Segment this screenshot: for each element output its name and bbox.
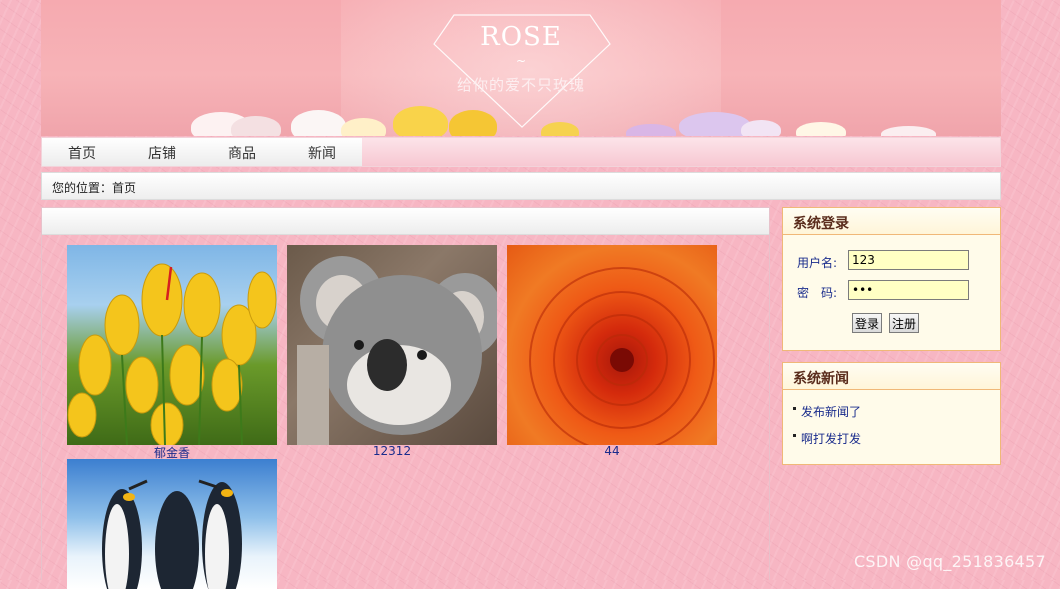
login-box-title: 系统登录 [783,208,1000,235]
breadcrumb: 您的位置：首页 [41,172,1001,200]
nav-item-news[interactable]: 新闻 [282,143,362,163]
product-name[interactable]: 12312 [287,444,497,458]
breadcrumb-text: 您的位置：首页 [52,181,137,195]
logo-tilde: ~ [515,54,527,68]
csdn-watermark: CSDN @qq_251836457 [853,552,1046,571]
register-button[interactable]: 注册 [889,313,920,333]
product-card[interactable]: 44 [507,245,717,460]
login-button[interactable]: 登录 [852,313,883,333]
main-nav: 首页 店铺 商品 新闻 [41,137,1001,167]
username-label: 用户名: [797,256,838,270]
news-item[interactable]: 啊打发打发 [793,430,861,447]
product-card[interactable]: 郁金香 [67,245,277,460]
bullet-icon [793,407,796,410]
password-label: 密 码: [797,286,838,300]
news-item[interactable]: 发布新闻了 [793,403,861,420]
bullet-icon [793,434,796,437]
product-image-tulips[interactable] [67,245,277,445]
page-container: ROSE ~ 给你的爱不只玫瑰 首页 店铺 商品 新闻 您的位置：首页 郁金香 … [41,0,1001,589]
logo-subtitle: 给你的爱不只玫瑰 [456,76,585,94]
nav-item-home[interactable]: 首页 [42,143,122,163]
product-panel: 郁金香 12312 44 [41,207,770,589]
product-card[interactable]: 12312 [287,245,497,460]
nav-menu: 首页 店铺 商品 新闻 [42,138,362,166]
password-input[interactable] [848,280,969,300]
login-box: 系统登录 用户名: 密 码: 登录 注册 [782,207,1001,351]
product-name[interactable]: 44 [507,444,717,458]
nav-item-shops[interactable]: 店铺 [122,143,202,163]
product-panel-header [42,208,769,235]
news-box-title: 系统新闻 [783,363,1000,390]
news-box: 系统新闻 发布新闻了 啊打发打发 [782,362,1001,465]
nav-item-products[interactable]: 商品 [202,143,282,163]
site-banner: ROSE ~ 给你的爱不只玫瑰 [41,0,1001,136]
product-card[interactable] [67,459,277,589]
logo-title: ROSE [480,22,562,52]
product-image-chrysanthemum[interactable] [507,245,717,445]
username-input[interactable] [848,250,969,270]
product-image-koala[interactable] [287,245,497,445]
product-image-penguins[interactable] [67,459,277,589]
